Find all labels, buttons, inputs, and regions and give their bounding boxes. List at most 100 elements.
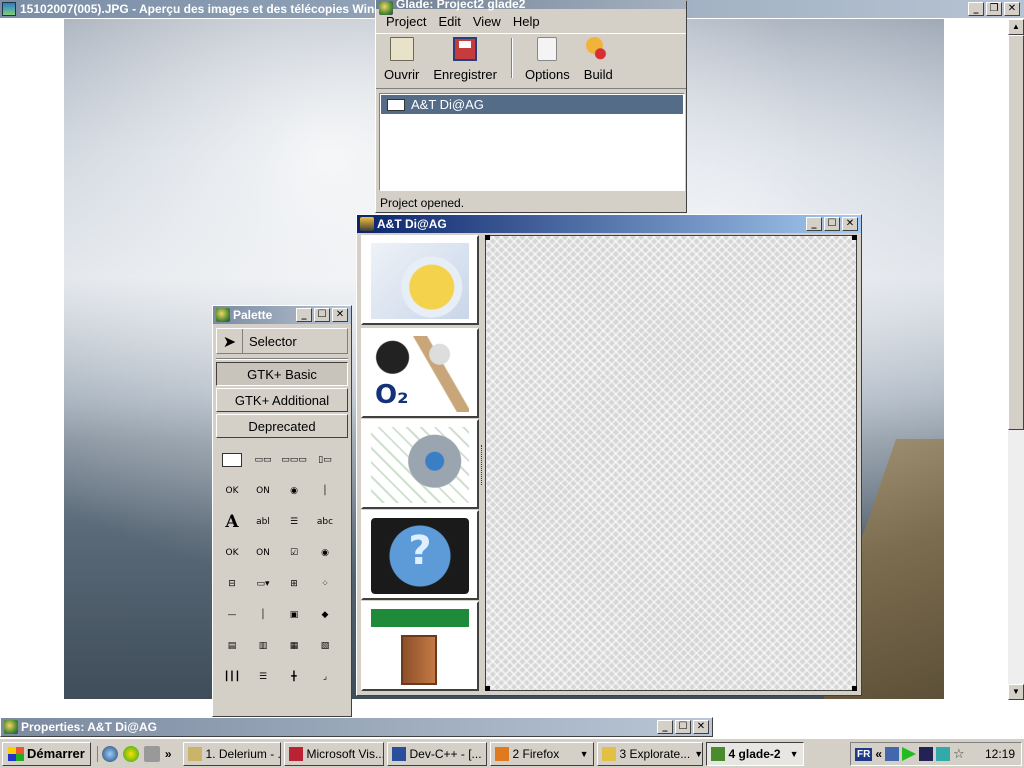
show-desktop-icon[interactable] (143, 745, 160, 762)
minimize-button[interactable]: _ (968, 2, 984, 16)
minimize-button[interactable]: _ (806, 217, 822, 231)
task-button[interactable]: 3 Explorate... ▼ (596, 741, 703, 766)
radio-button-icon[interactable]: ◉ (314, 543, 336, 563)
open-button[interactable]: Ouvrir (384, 34, 419, 82)
widget-glyph: ⌟ (322, 672, 328, 682)
icon-view-icon[interactable]: ⁘ (314, 574, 336, 594)
close-button[interactable]: ✕ (1004, 2, 1020, 16)
restore-button[interactable]: ❐ (986, 2, 1002, 16)
menu-edit[interactable]: Edit (432, 12, 466, 31)
color-dialog-icon[interactable]: ▦ (283, 636, 305, 656)
task-button[interactable]: Dev-C++ - [... (386, 741, 487, 766)
settings-gear-button[interactable] (361, 419, 479, 509)
tree-view-icon[interactable]: ⊞ (283, 574, 305, 594)
radio-box-icon[interactable]: ◉ (283, 481, 305, 501)
task-button[interactable]: 4 glade-2 ▼ (705, 741, 804, 766)
task-button[interactable]: 1. Delerium - ... (182, 741, 281, 766)
widget-glyph: ▤ (227, 641, 237, 651)
exit-button[interactable] (361, 601, 479, 691)
zone-alarm-icon[interactable] (919, 747, 934, 761)
toggle-button-icon[interactable]: ON (252, 543, 274, 563)
tab-deprecated[interactable]: Deprecated (216, 414, 348, 438)
media-player-icon[interactable] (122, 745, 139, 762)
maximize-button[interactable]: ☐ (314, 308, 330, 322)
task-button[interactable]: Microsoft Vis... (283, 741, 384, 766)
toolbar-icon[interactable]: ▭▭▭ (281, 450, 307, 470)
separator-box-icon[interactable]: │ (314, 481, 336, 501)
combo-icon[interactable]: ▭▾ (252, 574, 274, 594)
menu-help[interactable]: Help (507, 12, 546, 31)
button-box-icon[interactable]: OK (221, 481, 243, 501)
close-button[interactable]: ✕ (332, 308, 348, 322)
list-item[interactable]: A&T Di@AG (381, 95, 683, 114)
palette-titlebar[interactable]: Palette _ ☐ ✕ (213, 306, 351, 324)
maximize-button[interactable]: ☐ (675, 720, 691, 734)
window-icon[interactable] (221, 450, 243, 470)
sync-icon[interactable] (936, 747, 951, 761)
vseparator-icon[interactable]: │ (252, 605, 274, 625)
internet-explorer-icon[interactable] (101, 745, 118, 762)
options-button[interactable]: Options (525, 34, 570, 82)
font-dialog-icon[interactable]: ▧ (314, 636, 336, 656)
pane-grip-handle[interactable] (481, 445, 484, 485)
widget-glyph: OK (225, 548, 239, 558)
close-button[interactable]: ✕ (842, 217, 858, 231)
properties-title: Properties: A&T Di@AG (21, 720, 157, 734)
vbox-icon[interactable]: ☰ (252, 667, 274, 687)
glade-titlebar[interactable]: Glade: Project2 glade2 (376, 0, 686, 15)
dialog-icon[interactable]: ▤ (221, 636, 243, 656)
text-icon[interactable]: abc (314, 512, 336, 532)
table-icon[interactable]: ╋ (283, 667, 305, 687)
design-placeholder-area[interactable] (485, 235, 857, 691)
vertical-scrollbar[interactable]: ▲ ▼ (1008, 19, 1024, 700)
menubar-icon[interactable]: ▭▭ (252, 450, 274, 470)
scroll-down-icon[interactable]: ▼ (1008, 684, 1024, 700)
widget-glyph: ⁘ (321, 579, 329, 589)
drawing-area-icon[interactable]: ◆ (314, 605, 336, 625)
atdiag-titlebar[interactable]: A&T Di@AG _ ☐ ✕ (357, 215, 861, 233)
build-button[interactable]: Build (584, 34, 613, 82)
save-button[interactable]: Enregistrer (433, 34, 497, 82)
selector-button[interactable]: ➤ Selector (216, 328, 348, 354)
entry-icon[interactable]: abl (252, 512, 274, 532)
button-icon[interactable]: OK (221, 543, 243, 563)
start-button[interactable]: Démarrer (2, 741, 91, 766)
project-window-list[interactable]: A&T Di@AG (379, 93, 685, 191)
language-indicator[interactable]: FR (855, 747, 873, 761)
save-disk-icon (453, 37, 478, 61)
resize-handle[interactable] (852, 686, 857, 691)
textview-icon[interactable]: ☰ (283, 512, 305, 532)
minimize-button[interactable]: _ (657, 720, 673, 734)
tray-expand-icon[interactable]: « (875, 747, 882, 761)
scroll-up-icon[interactable]: ▲ (1008, 19, 1024, 35)
maximize-button[interactable]: ☐ (824, 217, 840, 231)
help-button[interactable]: ? (361, 510, 479, 600)
hbox-icon[interactable]: ┃┃┃ (221, 667, 243, 687)
diagnostic-search-button[interactable] (361, 235, 479, 325)
label-icon[interactable]: A (221, 512, 243, 532)
check-button-icon[interactable]: ☑ (283, 543, 305, 563)
properties-titlebar[interactable]: Properties: A&T Di@AG _ ☐ ✕ (1, 718, 712, 736)
resize-handle[interactable] (852, 235, 857, 240)
toggle-box-icon[interactable]: ON (252, 481, 274, 501)
fixed-icon[interactable]: ⌟ (314, 667, 336, 687)
network-icon[interactable] (885, 747, 900, 761)
menu-view[interactable]: View (467, 12, 507, 31)
minimize-button[interactable]: _ (296, 308, 312, 322)
tab-gtk-additional[interactable]: GTK+ Additional (216, 388, 348, 412)
file-dialog-icon[interactable]: ▥ (252, 636, 274, 656)
tab-gtk-basic[interactable]: GTK+ Basic (216, 362, 348, 386)
chevron-more-icon[interactable]: » (165, 747, 172, 761)
sensors-gauge-button[interactable]: O₂ (361, 328, 479, 418)
task-button[interactable]: 2 Firefox ▼ (489, 741, 594, 766)
spin-button-icon[interactable]: ⊟ (221, 574, 243, 594)
scroll-thumb[interactable] (1008, 35, 1024, 430)
star-icon[interactable]: ☆ (953, 747, 967, 761)
resize-handle[interactable] (485, 235, 490, 240)
image-icon[interactable]: ▣ (283, 605, 305, 625)
hseparator-icon[interactable]: — (221, 605, 243, 625)
resize-handle[interactable] (485, 686, 490, 691)
play-icon[interactable] (902, 747, 917, 761)
close-button[interactable]: ✕ (693, 720, 709, 734)
handlebox-icon[interactable]: ▯▭ (314, 450, 336, 470)
